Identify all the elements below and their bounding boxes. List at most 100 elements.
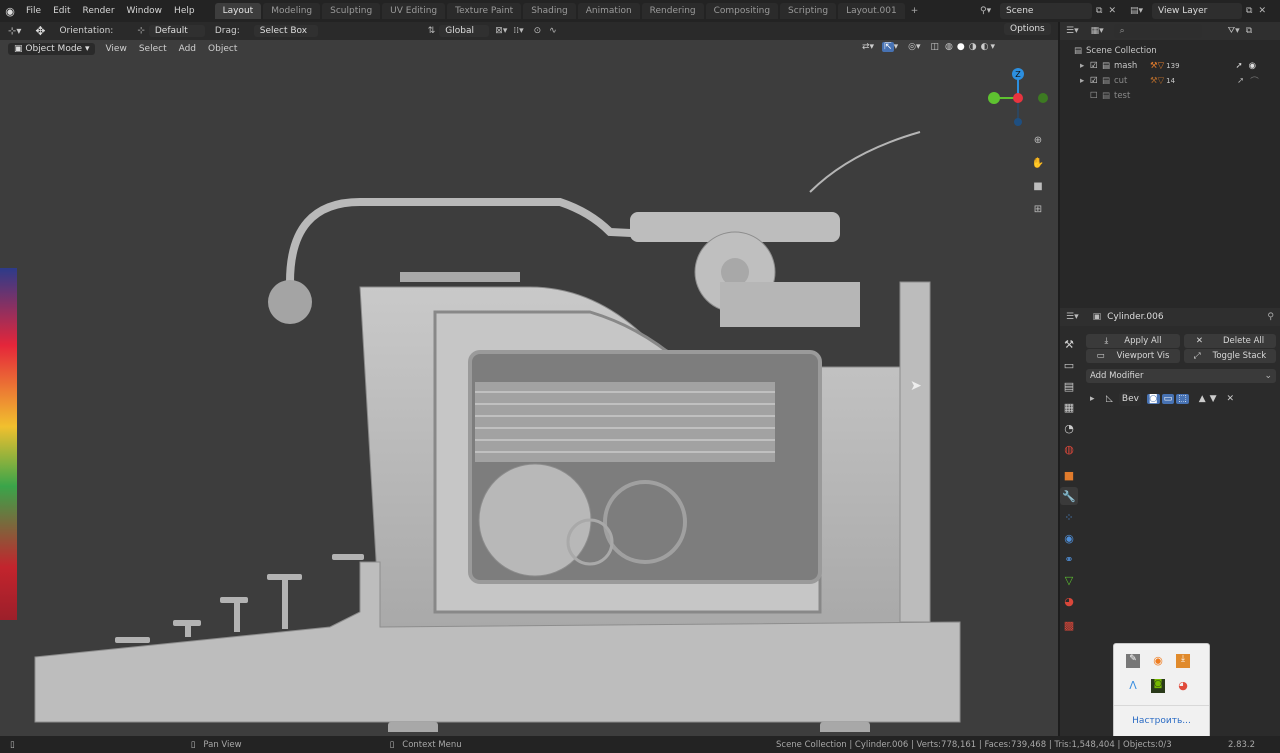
move-up-icon[interactable]: ▲ <box>1199 394 1206 404</box>
transform-orientation-dropdown[interactable]: Global <box>439 25 490 37</box>
add-modifier-dropdown[interactable]: Add Modifier ⌄ <box>1086 369 1276 383</box>
modifier-bevel-header[interactable]: ▸ ◺ Bev ◙ ▭ ⬚ ▲ ▼ ✕ <box>1086 391 1276 407</box>
outliner-scene-collection[interactable]: ▤ Scene Collection <box>1074 43 1280 58</box>
tab-shading[interactable]: Shading <box>523 3 576 19</box>
wireframe-shading-icon[interactable]: ◍ <box>945 42 953 52</box>
filter-icon[interactable]: ⛛▾ <box>1228 26 1240 36</box>
tab-modeling[interactable]: Modeling <box>263 3 321 19</box>
mode-dropdown[interactable]: ▣ Object Mode ▾ <box>8 43 96 55</box>
chrome-app-icon[interactable]: ◕ <box>1176 679 1190 693</box>
visibility-hidden-icon[interactable]: ⌒ <box>1250 75 1259 87</box>
solid-shading-icon[interactable]: ● <box>957 42 965 52</box>
add-workspace-icon[interactable]: + <box>911 6 919 16</box>
tab-compositing[interactable]: Compositing <box>705 3 779 19</box>
tab-sculpting[interactable]: Sculpting <box>322 3 381 19</box>
menu-help[interactable]: Help <box>168 6 201 16</box>
gizmo-x-axis[interactable] <box>1013 93 1023 103</box>
view-layer-icon[interactable]: ▤▾ <box>1130 6 1152 16</box>
close-scene-icon[interactable]: ✕ <box>1108 6 1116 16</box>
outliner-item-cut[interactable]: ▸ ☑ ▤ cut ⚒▽ 14 ➚ ⌒ <box>1074 73 1280 88</box>
options-dropdown[interactable]: Options <box>1004 23 1051 35</box>
gizmo-neg-y-axis[interactable] <box>1038 93 1048 103</box>
new-view-layer-icon[interactable]: ⧉ <box>1246 6 1252 16</box>
object-tab-icon[interactable]: ■ <box>1060 466 1078 484</box>
pan-hand-icon[interactable]: ✋ <box>1030 155 1046 171</box>
tab-layout[interactable]: Layout <box>214 3 262 19</box>
texture-tab-icon[interactable]: ▩ <box>1060 616 1078 634</box>
remove-modifier-icon[interactable]: ✕ <box>1227 394 1235 404</box>
overlays-icon[interactable]: ◎▾ <box>908 42 920 52</box>
3d-viewport[interactable]: ⊹▾ ✥ Orientation: ⊹ Default Drag: Select… <box>0 22 1058 736</box>
view-object-types-icon[interactable]: ⇄▾ <box>862 42 874 52</box>
toggle-stack-button[interactable]: ⤢ Toggle Stack <box>1184 349 1276 363</box>
menu-edit[interactable]: Edit <box>47 6 76 16</box>
menu-view[interactable]: View <box>105 44 126 54</box>
outliner-search-input[interactable]: ⌕ <box>1113 24 1202 38</box>
scene-icon[interactable]: ⚲▾ <box>980 6 1000 16</box>
gizmo-toggle-icon[interactable]: ⇱ <box>882 42 894 52</box>
gizmo-y-axis[interactable] <box>988 92 1000 104</box>
expand-arrow-icon[interactable]: ▸ <box>1080 76 1090 86</box>
data-tab-icon[interactable]: ▽ <box>1060 571 1078 589</box>
orientation-dropdown[interactable]: Default <box>148 25 205 37</box>
outliner-item-mash[interactable]: ▸ ☑ ▤ mash ⚒▽ 139 ➚ ◉ <box>1074 58 1280 73</box>
snap-icon[interactable]: ⁞⁞▾ <box>513 26 523 36</box>
pivot-icon[interactable]: ⇅ <box>428 26 436 36</box>
outliner-item-test[interactable]: ☐ ▤ test <box>1074 88 1280 103</box>
new-collection-icon[interactable]: ⧉ <box>1246 26 1252 36</box>
menu-file[interactable]: File <box>20 6 47 16</box>
shading-dropdown-icon[interactable]: ▾ <box>990 42 995 52</box>
modifier-tab-icon[interactable]: 🔧 <box>1060 487 1078 505</box>
viewport-vis-button[interactable]: ▭ Viewport Vis <box>1086 349 1180 363</box>
new-scene-icon[interactable]: ⧉ <box>1096 6 1102 16</box>
menu-add[interactable]: Add <box>179 44 196 54</box>
menu-select[interactable]: Select <box>139 44 167 54</box>
tab-layout-001[interactable]: Layout.001 <box>838 3 905 19</box>
checkbox-icon[interactable]: ☐ <box>1090 91 1102 101</box>
constraints-tab-icon[interactable]: ⚭ <box>1060 550 1078 568</box>
pen-app-icon[interactable]: ✎ <box>1126 654 1140 668</box>
snap-toggle-icon[interactable]: ⊙ <box>534 26 542 36</box>
tab-scripting[interactable]: Scripting <box>780 3 837 19</box>
modifier-name-field[interactable]: Bev <box>1118 392 1141 406</box>
rendered-shading-icon[interactable]: ◐ <box>981 42 989 52</box>
tool-select-icon[interactable]: ⊹▾ <box>8 26 21 37</box>
visibility-eye-icon[interactable]: ◉ <box>1249 61 1256 71</box>
scene-field[interactable]: Scene <box>1000 3 1092 19</box>
view-layer-field[interactable]: View Layer <box>1152 3 1242 19</box>
gizmo-dropdown-icon[interactable]: ▾ <box>894 42 899 52</box>
world-tab-icon[interactable]: ◍ <box>1060 440 1078 458</box>
expand-arrow-icon[interactable]: ▸ <box>1080 61 1090 71</box>
editmode-toggle-icon[interactable]: ⬚ <box>1176 394 1189 404</box>
close-view-layer-icon[interactable]: ✕ <box>1258 6 1266 16</box>
tab-rendering[interactable]: Rendering <box>641 3 704 19</box>
viewport-toggle-icon[interactable]: ▭ <box>1161 394 1175 404</box>
apply-all-button[interactable]: ⤓ Apply All <box>1086 334 1180 348</box>
view-layer-tab-icon[interactable]: ▦ <box>1060 398 1078 416</box>
scene-tab-icon[interactable]: ◔ <box>1060 419 1078 437</box>
pin-icon[interactable]: ⚲ <box>1267 312 1274 322</box>
camera-view-icon[interactable]: ■ <box>1030 178 1046 194</box>
checkbox-icon[interactable]: ☑ <box>1090 61 1102 71</box>
navigation-gizmo[interactable]: Z <box>980 64 1052 130</box>
zoom-icon[interactable]: ⊕ <box>1030 132 1046 148</box>
expand-arrow-icon[interactable]: ▸ <box>1086 394 1100 404</box>
output-tab-icon[interactable]: ▤ <box>1060 377 1078 395</box>
nvidia-app-icon[interactable]: ◙ <box>1151 679 1165 693</box>
material-shading-icon[interactable]: ◑ <box>969 42 977 52</box>
particles-tab-icon[interactable]: ⁘ <box>1060 508 1078 526</box>
select-toggle-icon[interactable]: ➚ <box>1236 61 1243 71</box>
menu-render[interactable]: Render <box>77 6 121 16</box>
move-tool-icon[interactable]: ✥ <box>35 24 45 38</box>
blender-logo-icon[interactable]: ◉ <box>0 5 20 18</box>
render-toggle-icon[interactable]: ◙ <box>1146 394 1160 404</box>
xray-icon[interactable]: ◫ <box>931 42 940 52</box>
menu-window[interactable]: Window <box>121 6 169 16</box>
checkbox-icon[interactable]: ☑ <box>1090 76 1102 86</box>
physics-tab-icon[interactable]: ◉ <box>1060 529 1078 547</box>
adobe-app-icon[interactable]: Ʌ <box>1126 679 1140 693</box>
drag-dropdown[interactable]: Select Box <box>253 25 318 37</box>
tab-animation[interactable]: Animation <box>577 3 640 19</box>
tab-texture-paint[interactable]: Texture Paint <box>447 3 522 19</box>
blender-tray-icon[interactable]: ◉ <box>1151 654 1165 668</box>
